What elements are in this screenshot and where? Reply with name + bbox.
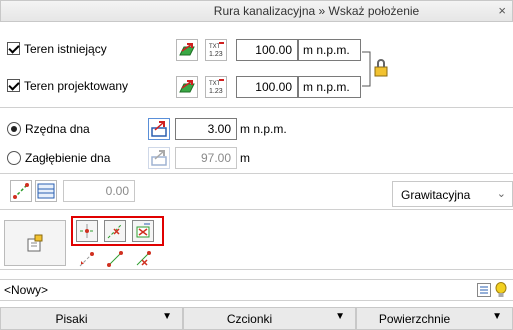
layer-section bbox=[0, 279, 513, 301]
flow-type-select[interactable]: Grawitacyjna ⌄ bbox=[392, 181, 513, 207]
slope-value: 0.00 bbox=[63, 180, 135, 202]
bottom-depth-unit: m bbox=[240, 151, 250, 165]
flow-type-value: Grawitacyjna bbox=[401, 188, 471, 202]
caret-down-icon: ▼ bbox=[162, 311, 172, 322]
snap-point-icon[interactable] bbox=[76, 220, 98, 242]
caret-down-icon: ▼ bbox=[492, 311, 502, 322]
insert-pipe-icon bbox=[27, 234, 43, 252]
line-points-icon[interactable] bbox=[104, 248, 126, 270]
tab-pisaki-label: Pisaki bbox=[55, 312, 88, 326]
layer-list-icon[interactable] bbox=[477, 283, 491, 297]
insert-pipe-button[interactable] bbox=[4, 220, 66, 266]
pick-ordinate-icon[interactable] bbox=[148, 118, 170, 140]
bottom-ordinate-label: Rzędna dna bbox=[25, 122, 90, 136]
designed-terrain-checkbox[interactable] bbox=[7, 79, 20, 95]
caret-down-icon: ▼ bbox=[335, 311, 345, 322]
existing-terrain-checkbox[interactable] bbox=[7, 42, 20, 58]
pick-terrain-icon[interactable] bbox=[176, 39, 198, 61]
tab-pisaki[interactable]: Pisaki ▼ bbox=[0, 307, 183, 330]
slope-line-icon[interactable] bbox=[10, 180, 32, 202]
layer-value[interactable]: <Nowy> bbox=[4, 283, 48, 297]
tab-czcionki-label: Czcionki bbox=[226, 312, 273, 326]
slope-table-icon[interactable] bbox=[35, 180, 57, 202]
bottom-depth-radio[interactable] bbox=[7, 151, 21, 168]
title-bar: Rura kanalizacyjna » Wskaż położenie × bbox=[0, 0, 513, 22]
table-value-icon[interactable]: TXT 1.23 bbox=[205, 76, 227, 98]
point-arrow-icon[interactable] bbox=[76, 248, 98, 270]
existing-terrain-value[interactable]: 100.00 bbox=[236, 39, 298, 61]
bottom-ordinate-unit: m n.p.m. bbox=[240, 122, 287, 136]
tab-powierzchnie[interactable]: Powierzchnie ▼ bbox=[356, 307, 513, 330]
svg-text:TXT: TXT bbox=[209, 81, 221, 87]
lightbulb-icon[interactable] bbox=[494, 282, 508, 298]
bottom-depth-label: Zagłębienie dna bbox=[25, 151, 111, 165]
bottom-depth-value: 97.00 bbox=[175, 147, 237, 169]
pick-terrain-icon[interactable] bbox=[176, 76, 198, 98]
snap-box-icon[interactable] bbox=[132, 220, 154, 242]
chevron-down-icon: ⌄ bbox=[496, 188, 506, 200]
bottom-ordinate-radio[interactable] bbox=[7, 122, 21, 139]
snap-slope-icon[interactable] bbox=[104, 220, 126, 242]
line-cross-icon[interactable] bbox=[132, 248, 154, 270]
designed-terrain-label: Teren projektowany bbox=[24, 79, 129, 93]
existing-terrain-unit: m n.p.m. bbox=[298, 39, 361, 61]
designed-terrain-unit: m n.p.m. bbox=[298, 76, 361, 98]
pick-depth-icon[interactable] bbox=[148, 147, 170, 169]
tab-czcionki[interactable]: Czcionki ▼ bbox=[183, 307, 356, 330]
svg-text:TXT: TXT bbox=[209, 44, 221, 50]
close-icon[interactable]: × bbox=[498, 3, 506, 18]
table-value-icon[interactable]: TXT 1.23 bbox=[205, 39, 227, 61]
bottom-ordinate-value[interactable]: 3.00 bbox=[175, 118, 237, 140]
window-title: Rura kanalizacyjna » Wskaż położenie bbox=[213, 4, 420, 18]
svg-text:1.23: 1.23 bbox=[209, 88, 223, 95]
tab-powierzchnie-label: Powierzchnie bbox=[378, 312, 451, 326]
existing-terrain-label: Teren istniejący bbox=[24, 42, 107, 56]
lock-icon[interactable] bbox=[372, 58, 392, 78]
svg-text:1.23: 1.23 bbox=[209, 51, 223, 58]
designed-terrain-value[interactable]: 100.00 bbox=[236, 76, 298, 98]
